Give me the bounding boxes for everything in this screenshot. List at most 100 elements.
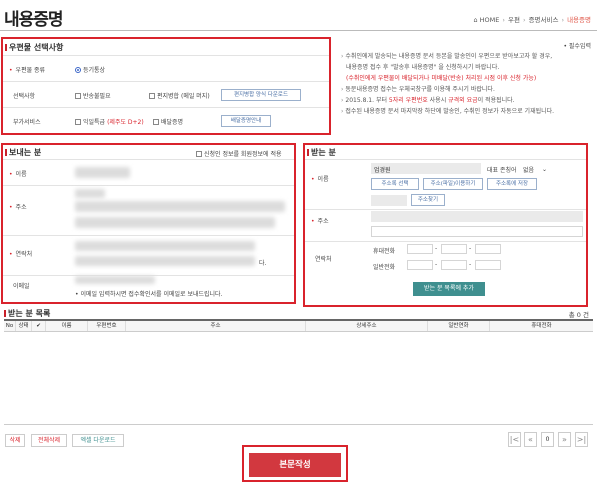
mail-merge-checkbox[interactable]: 편지병합 (메일 머지): [149, 91, 210, 100]
delete-all-button[interactable]: 전체삭제: [31, 434, 67, 447]
note-3: 2015.8.1. 부터 5자리 우편번호 사용시 규격외 요금이 적용됩니다.: [341, 95, 591, 106]
title-divider: [0, 30, 597, 31]
delivery-cert-checkbox[interactable]: 배달증명: [153, 117, 183, 126]
sender-zip-field[interactable]: [75, 189, 105, 198]
note-1b: 내용증명 접수 후 "발송후 내용증명" 을 신청하시기 바랍니다.: [346, 64, 500, 71]
row-sender-email: 이메일 • 이메일 입력하시면 접수확인서를 이메일로 보내드립니다.: [3, 275, 294, 303]
recipient-name-input[interactable]: 엄경원: [371, 163, 481, 174]
phone-label: 일반전화: [373, 264, 396, 271]
express-checkbox[interactable]: 익일특급 (제주도 D+2): [75, 117, 144, 126]
merge-template-download-button[interactable]: 편지병합 양식 다운로드: [221, 89, 301, 101]
page-first-button[interactable]: |<: [508, 432, 521, 447]
sender-contact-label: 연락처: [9, 249, 33, 258]
radio-icon[interactable]: [75, 66, 81, 73]
recipient-count: 총 0 건: [568, 311, 589, 319]
sender-mobile-field[interactable]: [75, 256, 255, 266]
phone-sep-2: -: [469, 261, 472, 268]
address-book-button[interactable]: 주소록 선택: [371, 178, 419, 190]
mobile-sep-2: -: [469, 245, 472, 252]
mobile-field-3[interactable]: [475, 244, 501, 254]
sender-title: 보내는 분: [5, 147, 41, 158]
checkbox-icon[interactable]: [153, 118, 159, 125]
mail-options-title: 우편물 선택사항: [5, 42, 63, 53]
recipient-title: 받는 분: [307, 147, 336, 158]
page-current[interactable]: 0: [541, 432, 554, 447]
recipient-address-label: 주소: [311, 216, 329, 225]
col-mobile: 휴대전화: [531, 323, 552, 329]
excel-download-button[interactable]: 엑셀 다운로드: [72, 434, 124, 447]
checkbox-icon[interactable]: [149, 92, 155, 99]
page-title: 내용증명: [4, 10, 64, 30]
row-options: 선택사항 반송불필요 편지병합 (메일 머지) 편지병합 양식 다운로드: [3, 81, 329, 107]
recipient-address-field[interactable]: [371, 211, 583, 222]
recipient-panel: 받는 분 이름 엄경원 대표 존칭어 없음⌄ 주소록 선택 주소(파일)이용하기…: [303, 143, 588, 307]
table-header: No 상태 ✔ 이름 우편번호 주소 상세주소 일반연화 휴대전화: [4, 321, 593, 332]
breadcrumb: ⌂ HOME › 우편 › 증명서비스 › 내용증명: [473, 16, 591, 24]
col-address-detail: 상세주소: [306, 321, 428, 331]
note-1: 수취인에게 발송되는 내용증명 문서 등본을 발송인이 우편으로 받아보고자 할…: [341, 51, 591, 62]
sender-phone-field[interactable]: [75, 241, 255, 251]
sender-email-field[interactable]: [75, 276, 155, 284]
checkbox-icon[interactable]: [75, 118, 81, 125]
options-label: 선택사항: [13, 93, 36, 100]
recipient-address-detail-field[interactable]: [371, 226, 583, 237]
checkbox-icon[interactable]: [75, 92, 81, 99]
breadcrumb-post[interactable]: 우편: [508, 16, 520, 24]
col-no: No: [4, 321, 16, 331]
delivery-cert-guide-button[interactable]: 배달증명안내: [221, 115, 271, 127]
mobile-label: 휴대전화: [373, 248, 396, 255]
mobile-field-1[interactable]: [407, 244, 433, 254]
breadcrumb-home[interactable]: HOME: [480, 16, 500, 24]
row-recipient-name: 이름 엄경원 대표 존칭어 없음⌄ 주소록 선택 주소(파일)이용하기 주소록에…: [305, 159, 586, 209]
page-prev-button[interactable]: «: [524, 432, 537, 447]
phone-sep-1: -: [435, 261, 438, 268]
mobile-field-2[interactable]: [441, 244, 467, 254]
recipient-contact-label: 연락처: [315, 256, 332, 263]
no-return-checkbox[interactable]: 반송불필요: [75, 91, 111, 100]
honorific-select[interactable]: 없음 ⌄: [523, 165, 547, 174]
phone-field-3[interactable]: [475, 260, 501, 270]
checkbox-icon[interactable]: [196, 150, 202, 157]
sender-name-label: 이름: [9, 169, 27, 178]
page-next-button[interactable]: »: [558, 432, 571, 447]
sender-address-field[interactable]: [75, 201, 285, 212]
email-note: • 이메일 입력하시면 접수확인서를 이메일로 보내드립니다.: [75, 291, 223, 298]
find-address-button[interactable]: 주소찾기: [411, 194, 445, 206]
mobile-sep-1: -: [435, 245, 438, 252]
delete-button[interactable]: 삭제: [5, 434, 25, 447]
phone-field-2[interactable]: [441, 260, 467, 270]
row-sender-name: 이름: [3, 159, 294, 185]
save-address-button[interactable]: 주소록에 저장: [487, 178, 537, 190]
recipient-table: No 상태 ✔ 이름 우편번호 주소 상세주소 일반연화 휴대전화: [4, 319, 593, 425]
extra-label: 부가서비스: [13, 119, 41, 126]
note-4: 접수된 내용증명 문서 마지막장 하단에 발송인, 수취인 정보가 자동으로 기…: [341, 106, 591, 117]
sender-address-label: 주소: [9, 202, 27, 211]
sender-address-detail-field[interactable]: [75, 217, 275, 228]
col-name: 이름: [46, 321, 88, 331]
notes-panel: 수취인에게 발송되는 내용증명 문서 등본을 발송인이 우편으로 받아보고자 할…: [341, 40, 591, 117]
chevron-down-icon[interactable]: ⌄: [542, 166, 547, 173]
apply-member-info-checkbox[interactable]: 신청인 정보를 회원정보에 적용: [196, 149, 281, 158]
col-status: 상태: [16, 321, 32, 331]
recipient-zip-field[interactable]: [371, 195, 407, 206]
row-extra: 부가서비스 익일특급 (제주도 D+2) 배달증명 배달증명안내: [3, 107, 329, 133]
row-sender-contact: 연락처 다.: [3, 235, 294, 275]
note-2: 동문내용증명 접수는 우체국창구를 이용해 주시기 바랍니다.: [341, 84, 591, 95]
mail-type-radio[interactable]: 등기통상: [75, 65, 105, 74]
sender-panel: 보내는 분 신청인 정보를 회원정보에 적용 이름 주소 연락처 다. 이메일 …: [1, 143, 296, 304]
write-body-button[interactable]: 본문작성: [249, 453, 341, 477]
col-zip: 우편번호: [88, 321, 126, 331]
page-last-button[interactable]: >|: [575, 432, 588, 447]
address-file-button[interactable]: 주소(파일)이용하기: [423, 178, 483, 190]
col-address: 주소: [126, 321, 306, 331]
row-recipient-contact: 연락처 휴대전화 - - 일반전화 - - 받는 분 목록에 추가: [305, 241, 586, 305]
phone-field-1[interactable]: [407, 260, 433, 270]
col-phone: 일반연화: [428, 321, 490, 331]
select-all-checkbox[interactable]: ✔: [32, 321, 46, 331]
mail-type-label: 우편물 종류: [9, 65, 46, 74]
sender-name-field[interactable]: [75, 167, 130, 178]
add-recipient-button[interactable]: 받는 분 목록에 추가: [413, 282, 485, 296]
row-recipient-address: 주소: [305, 209, 586, 241]
row-mail-type: 우편물 종류 등기통상: [3, 55, 329, 81]
breadcrumb-cert[interactable]: 증명서비스: [529, 16, 559, 24]
